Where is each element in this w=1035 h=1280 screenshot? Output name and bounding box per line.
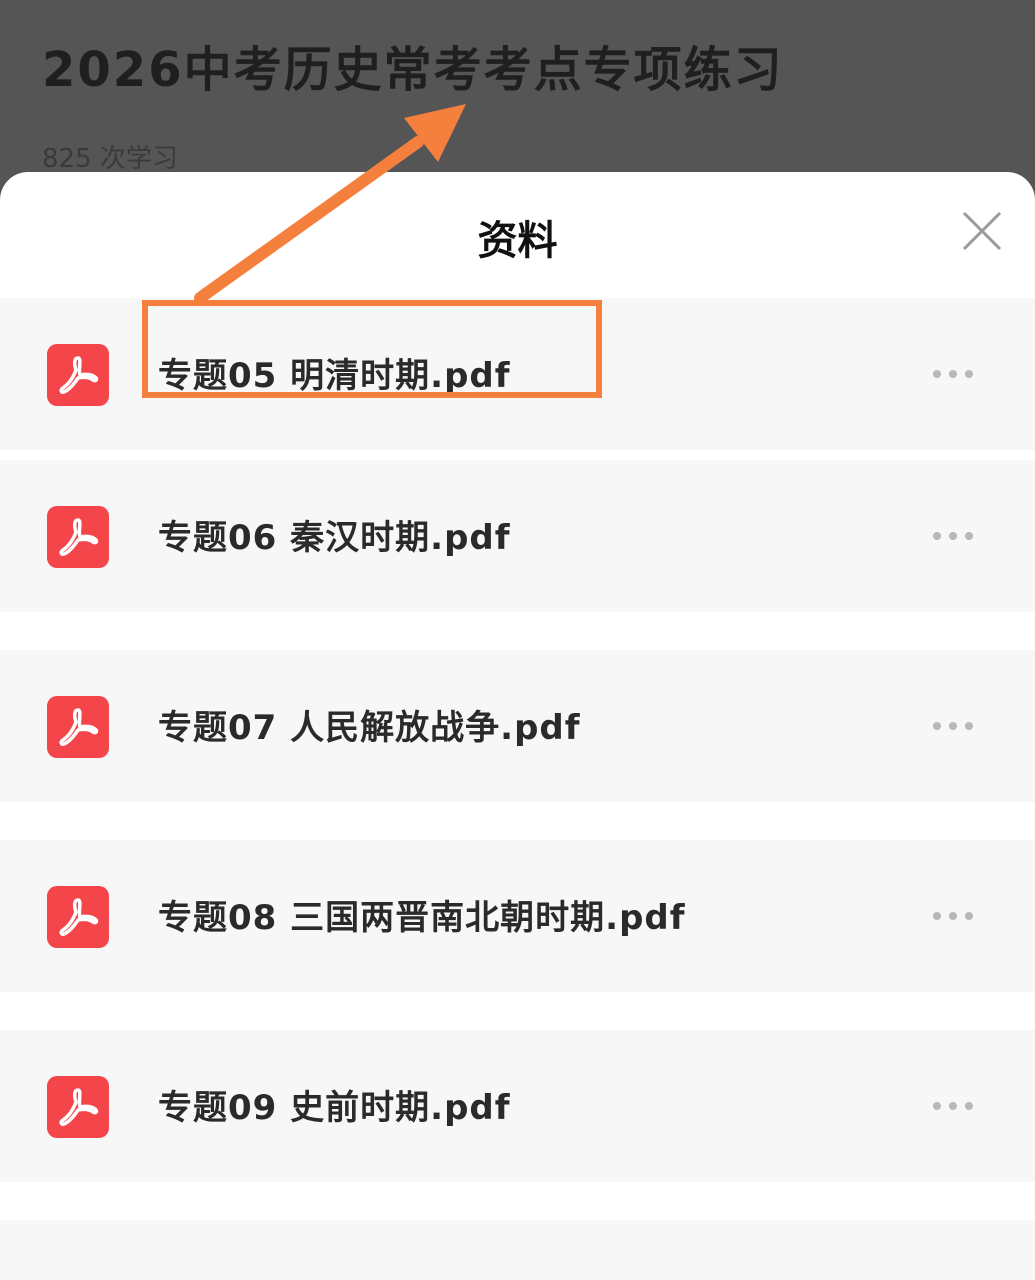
- more-options-button[interactable]: [933, 1090, 973, 1120]
- screen: 2026中考历史常考考点专项练习 825 次学习 资料 专题05 明清时期.pd…: [0, 0, 1035, 1280]
- more-options-button[interactable]: [933, 710, 973, 740]
- course-title: 2026中考历史常考考点专项练习: [42, 42, 784, 98]
- study-count: 825 次学习: [42, 144, 178, 174]
- pdf-icon: [47, 886, 109, 948]
- close-icon: [962, 211, 1002, 251]
- file-name: 专题09 史前时期.pdf: [158, 1088, 511, 1128]
- pdf-icon: [47, 344, 109, 406]
- file-row[interactable]: 专题07 人民解放战争.pdf: [0, 650, 1035, 802]
- file-name: 专题07 人民解放战争.pdf: [158, 708, 581, 748]
- sheet-title: 资料: [477, 218, 558, 264]
- pdf-icon: [47, 506, 109, 568]
- file-name: 专题06 秦汉时期.pdf: [158, 518, 511, 558]
- pdf-icon: [47, 1076, 109, 1138]
- more-options-button[interactable]: [933, 520, 973, 550]
- course-header: 2026中考历史常考考点专项练习 825 次学习: [0, 0, 1035, 200]
- file-row[interactable]: 专题08 三国两晋南北朝时期.pdf: [0, 840, 1035, 992]
- close-button[interactable]: [959, 208, 1005, 254]
- file-row[interactable]: 专题06 秦汉时期.pdf: [0, 460, 1035, 612]
- file-name: 专题08 三国两晋南北朝时期.pdf: [158, 898, 686, 938]
- highlight-box: [142, 300, 602, 398]
- more-options-button[interactable]: [933, 358, 973, 388]
- pdf-icon: [47, 696, 109, 758]
- more-options-button[interactable]: [933, 900, 973, 930]
- file-row-partial: [0, 1220, 1035, 1280]
- file-row[interactable]: 专题09 史前时期.pdf: [0, 1030, 1035, 1182]
